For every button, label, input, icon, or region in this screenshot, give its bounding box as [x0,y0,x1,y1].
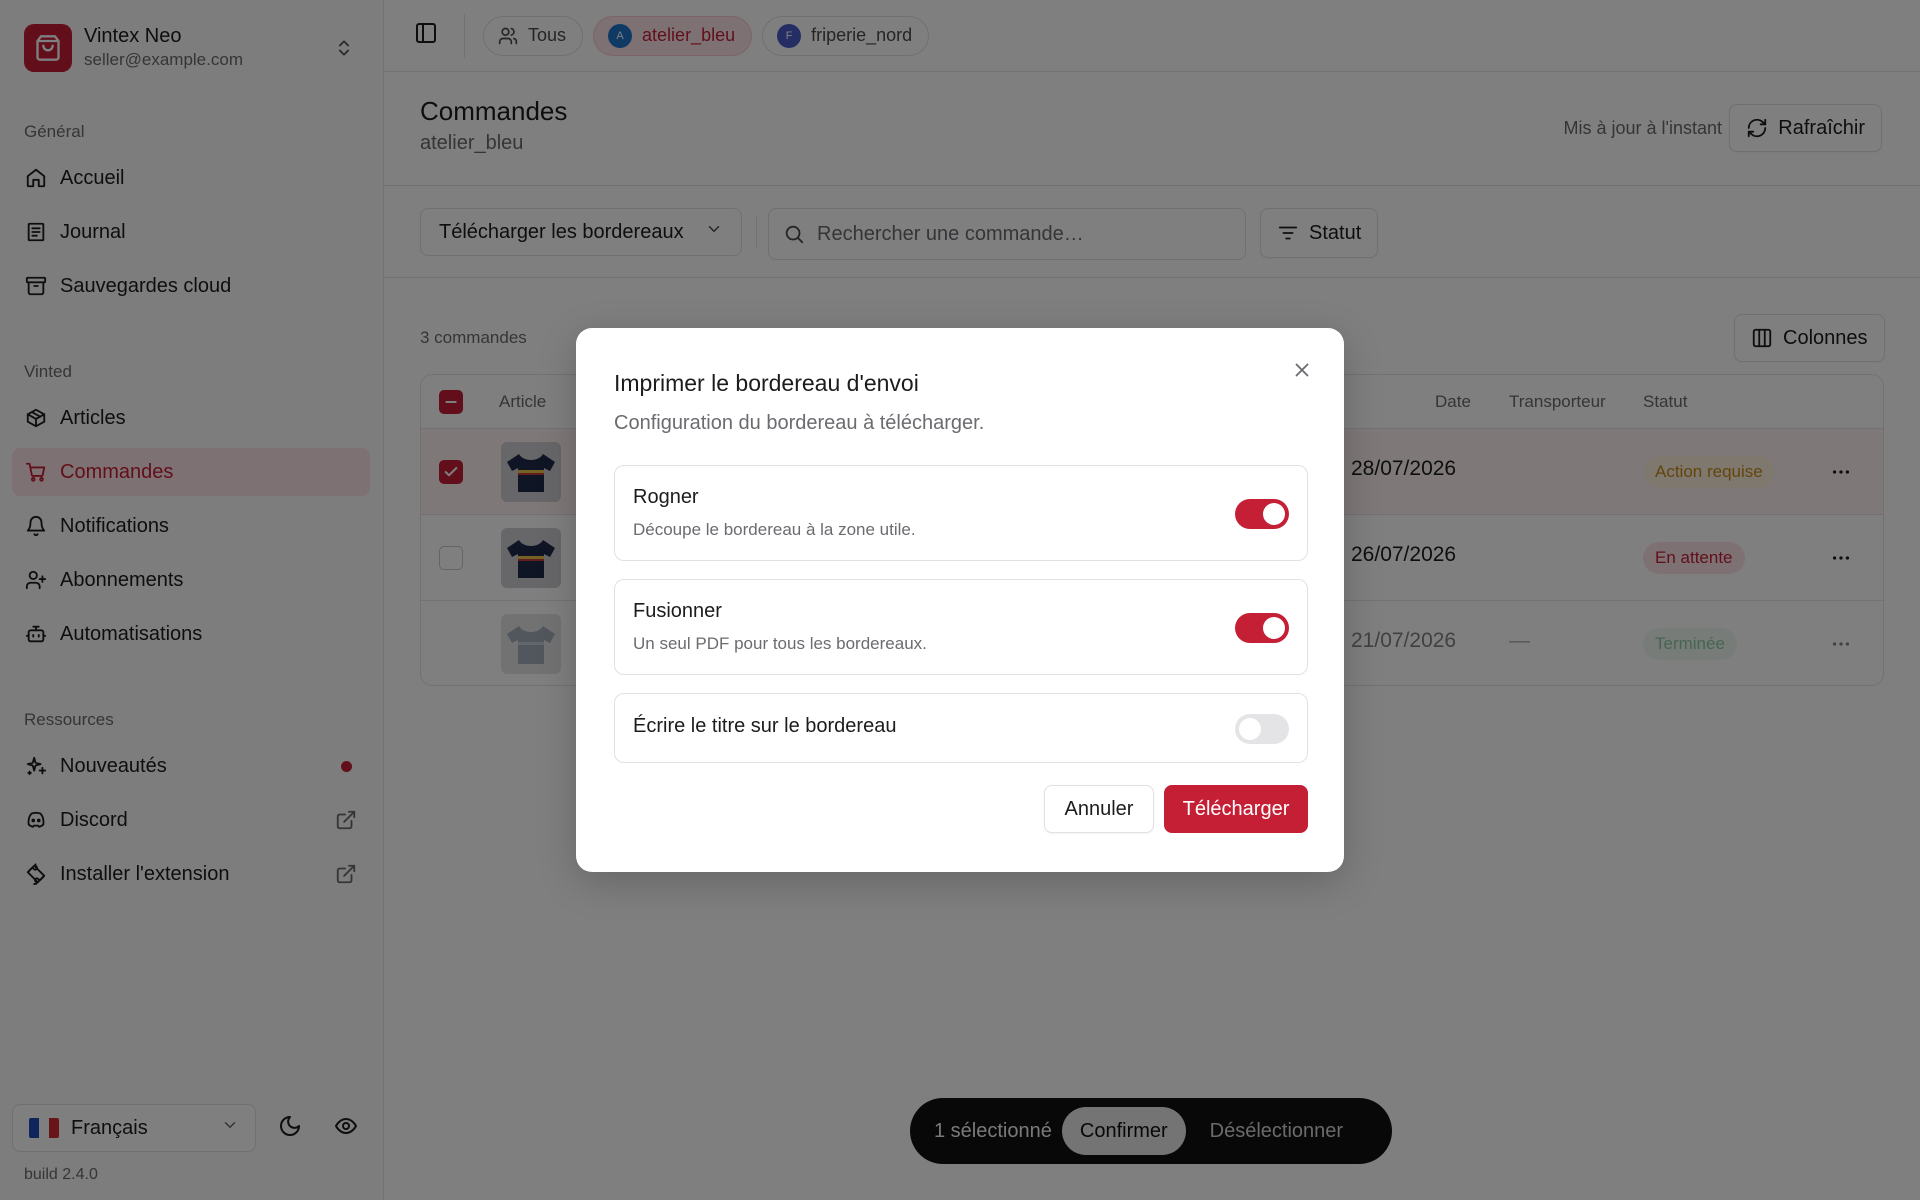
close-icon [1291,359,1313,381]
write-title-toggle[interactable] [1235,714,1289,744]
dialog-description: Configuration du bordereau à télécharger… [614,412,985,434]
download-button[interactable]: Télécharger [1164,785,1308,833]
option-description: Découpe le bordereau à la zone utile. [633,520,916,539]
option-title: Rogner [633,486,699,508]
cancel-button[interactable]: Annuler [1044,785,1154,833]
option-title: Fusionner [633,600,722,622]
option-write-title: Écrire le titre sur le bordereau [614,693,1308,763]
option-merge: Fusionner Un seul PDF pour tous les bord… [614,579,1308,675]
crop-toggle[interactable] [1235,499,1289,529]
close-dialog-button[interactable] [1288,356,1316,384]
option-crop: Rogner Découpe le bordereau à la zone ut… [614,465,1308,561]
merge-toggle[interactable] [1235,613,1289,643]
option-title: Écrire le titre sur le bordereau [633,715,897,737]
print-label-dialog: Imprimer le bordereau d'envoi Configurat… [576,328,1344,872]
dialog-title: Imprimer le bordereau d'envoi [614,370,919,396]
option-description: Un seul PDF pour tous les bordereaux. [633,634,927,653]
